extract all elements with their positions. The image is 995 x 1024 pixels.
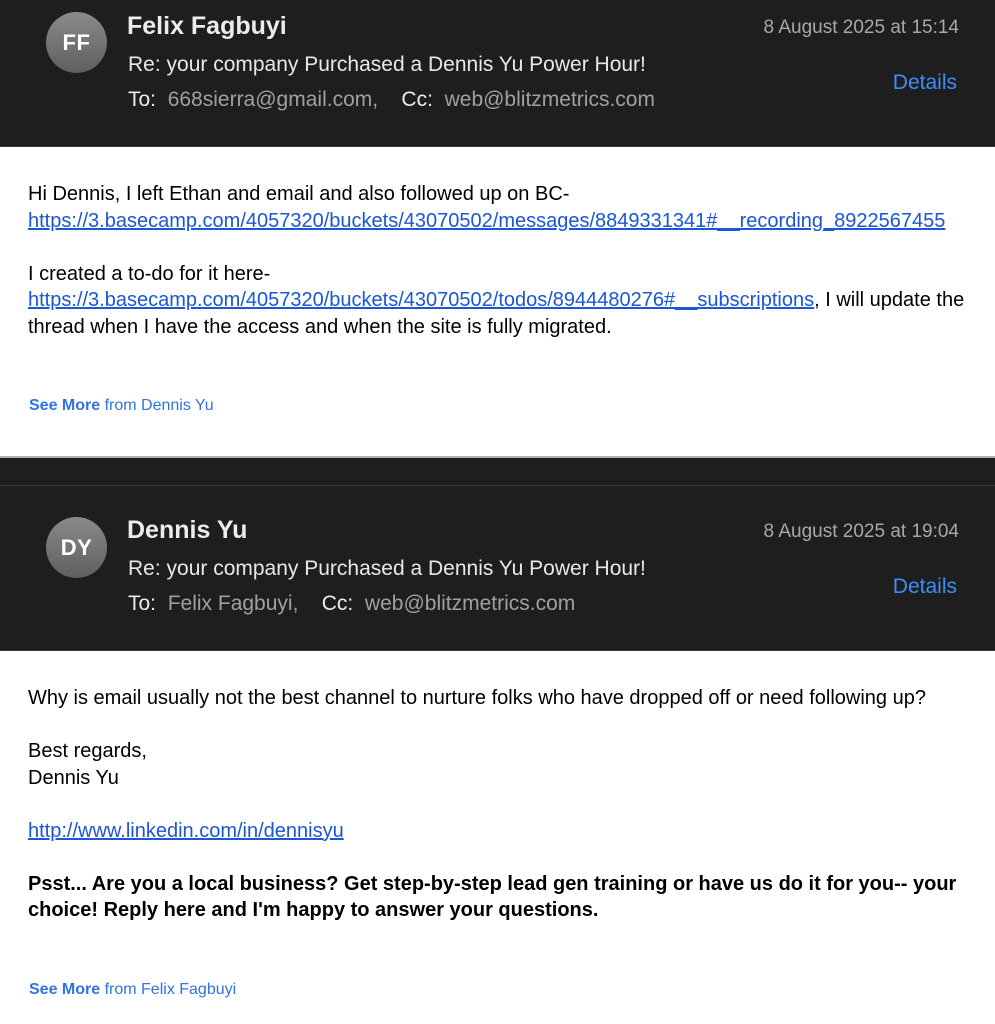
basecamp-message-link[interactable]: https://3.basecamp.com/4057320/buckets/4…	[28, 210, 945, 232]
linkedin-paragraph: http://www.linkedin.com/in/dennisyu	[28, 818, 973, 845]
message-body-2: Why is email usually not the best channe…	[28, 685, 973, 924]
message-header-2: DY Dennis Yu 8 August 2025 at 19:04 Re: …	[0, 486, 995, 651]
linkedin-link[interactable]: http://www.linkedin.com/in/dennisyu	[28, 820, 344, 842]
to-label: To:	[128, 592, 157, 615]
details-button[interactable]: Details	[893, 575, 957, 599]
body-paragraph: Hi Dennis, I left Ethan and email and al…	[28, 181, 973, 234]
to-recipient[interactable]: 668sierra@gmail.com,	[168, 88, 378, 111]
message-subject: Re: your company Purchased a Dennis Yu P…	[128, 557, 646, 580]
message-divider	[0, 456, 995, 486]
promo-text: Psst... Are you a local business? Get st…	[28, 872, 957, 922]
sender-name: Felix Fagbuyi	[127, 12, 287, 40]
body-paragraph: I created a to-do for it here- https://3…	[28, 261, 973, 341]
to-recipient[interactable]: Felix Fagbuyi,	[168, 592, 299, 615]
basecamp-todo-link[interactable]: https://3.basecamp.com/4057320/buckets/4…	[28, 289, 814, 311]
sender-name: Dennis Yu	[127, 516, 248, 544]
regards-text: Best regards,	[28, 740, 147, 762]
avatar: DY	[46, 517, 107, 578]
message-subject: Re: your company Purchased a Dennis Yu P…	[128, 53, 646, 76]
body-text: Hi Dennis, I left Ethan and email and al…	[28, 183, 570, 205]
message-date: 8 August 2025 at 19:04	[763, 521, 959, 542]
see-more-link[interactable]: See More from Dennis Yu	[29, 397, 214, 415]
recipients-line: To: 668sierra@gmail.com, Cc: web@blitzme…	[128, 88, 655, 112]
details-button[interactable]: Details	[893, 71, 957, 95]
see-more-source: from Felix Fagbuyi	[100, 981, 237, 998]
message-date: 8 August 2025 at 15:14	[763, 17, 959, 38]
avatar: FF	[46, 12, 107, 73]
message-body-1: Hi Dennis, I left Ethan and email and al…	[28, 181, 973, 340]
cc-label: Cc:	[321, 592, 354, 615]
cc-recipient[interactable]: web@blitzmetrics.com	[365, 592, 575, 615]
see-more-label: See More	[29, 397, 101, 414]
body-question: Why is email usually not the best channe…	[28, 687, 926, 709]
cc-recipient[interactable]: web@blitzmetrics.com	[445, 88, 655, 111]
sign-off: Best regards, Dennis Yu	[28, 738, 973, 791]
body-text: I created a to-do for it here-	[28, 262, 271, 285]
cc-label: Cc:	[401, 88, 433, 111]
see-more-link[interactable]: See More from Felix Fagbuyi	[29, 981, 236, 999]
message-header-1: FF Felix Fagbuyi 8 August 2025 at 15:14 …	[0, 0, 995, 147]
to-label: To:	[128, 88, 157, 111]
see-more-source: from Dennis Yu	[100, 397, 214, 414]
recipients-line: To: Felix Fagbuyi, Cc: web@blitzmetrics.…	[128, 592, 575, 616]
signature-name: Dennis Yu	[28, 766, 119, 789]
see-more-label: See More	[29, 981, 101, 998]
